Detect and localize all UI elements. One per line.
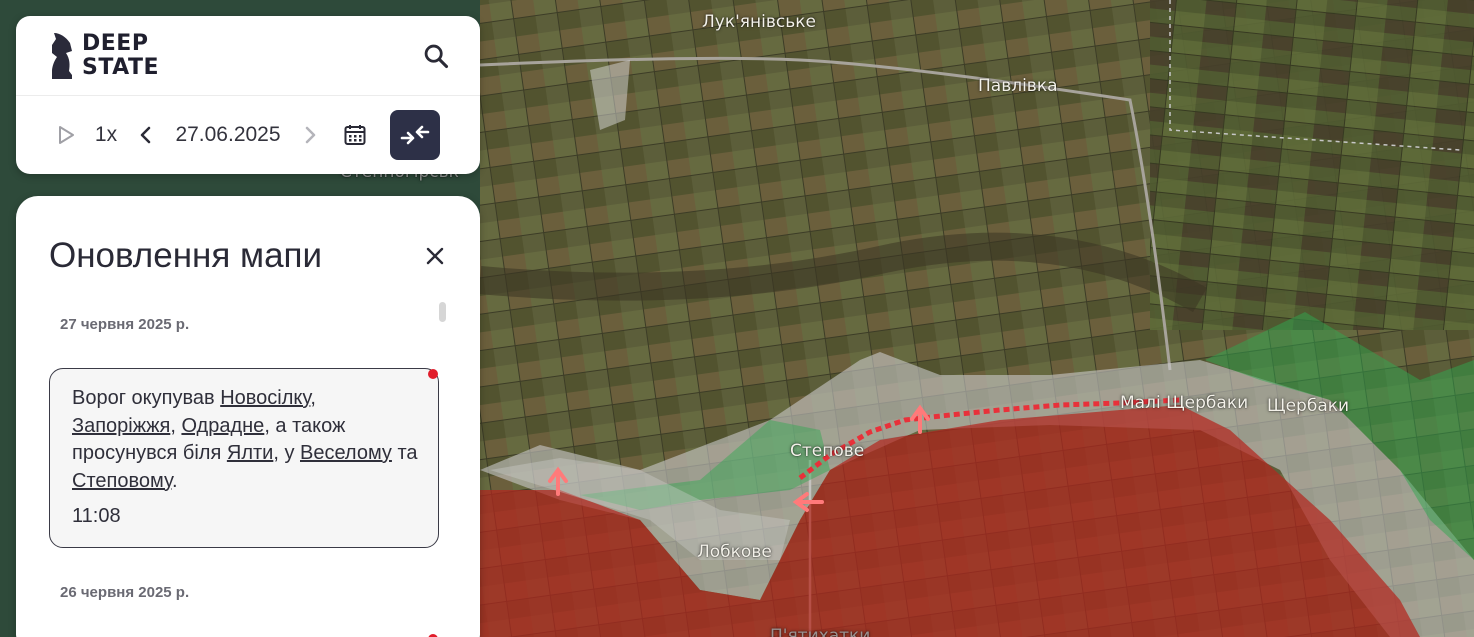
update-text: Ворог окупував Новосілку, Запоріжжя, Одр… <box>72 385 418 495</box>
new-indicator <box>428 369 438 379</box>
chevron-left-icon <box>140 126 151 144</box>
text-fragment: , <box>310 387 316 409</box>
place-label: П'ятихатки <box>770 626 871 637</box>
text-fragment: , у <box>273 442 300 464</box>
chevron-right-icon <box>305 126 316 144</box>
place-link[interactable]: Ялти <box>227 442 273 464</box>
place-label: Щербаки <box>1267 396 1350 416</box>
text-fragment: Ворог окупував <box>72 387 221 409</box>
calendar-button[interactable] <box>334 123 376 147</box>
text-fragment: та <box>391 442 418 464</box>
speed-button[interactable]: 1x <box>80 123 132 147</box>
panel-header: Оновлення мапи <box>16 196 480 284</box>
text-fragment: . <box>171 469 178 492</box>
current-date[interactable]: 27.06.2025 <box>160 123 296 147</box>
close-button[interactable] <box>420 241 450 271</box>
calendar-icon <box>344 125 366 145</box>
arrows-collapse-icon <box>400 125 430 145</box>
logo[interactable]: DEEP STATE <box>48 31 159 81</box>
place-link[interactable]: Веселому <box>300 442 392 464</box>
search-button[interactable] <box>416 36 456 76</box>
compare-button[interactable] <box>390 110 440 160</box>
knight-icon <box>52 32 72 79</box>
playback-controls: 1x 27.06.2025 <box>16 96 480 174</box>
updates-panel: Оновлення мапи 27 червня 2025 р. Ворог о… <box>16 196 480 637</box>
logo-line: STATE <box>82 54 159 80</box>
place-link[interactable]: Степовому <box>72 470 172 492</box>
place-link[interactable]: Новосілку <box>220 387 310 409</box>
next-day-button[interactable] <box>296 125 324 145</box>
brand-row: DEEP STATE <box>16 16 480 96</box>
place-label: Лук'янівське <box>702 12 816 32</box>
date-heading: 27 червня 2025 р. <box>60 316 190 333</box>
place-label: Степове <box>790 441 865 461</box>
scrollbar[interactable] <box>439 302 446 322</box>
place-label: Павлівка <box>978 76 1058 96</box>
search-icon <box>424 44 449 68</box>
update-entry[interactable]: Ворог окупував Новосілку, Запоріжжя, Одр… <box>49 368 439 548</box>
top-toolbar: DEEP STATE 1x 27.06.2025 <box>16 16 480 174</box>
place-label: Малі Щербаки <box>1120 393 1249 413</box>
place-link[interactable]: Одрадне <box>181 415 264 437</box>
previous-day-button[interactable] <box>132 125 160 145</box>
close-icon <box>426 247 444 265</box>
date-heading: 26 червня 2025 р. <box>60 584 190 601</box>
update-time: 11:08 <box>72 505 121 527</box>
text-fragment: , <box>170 414 182 437</box>
place-link[interactable]: Запоріжжя <box>72 415 170 437</box>
play-button[interactable] <box>52 125 80 145</box>
logo-line: DEEP <box>82 30 149 56</box>
place-label: Лобкове <box>697 542 772 562</box>
play-icon <box>59 126 74 144</box>
panel-title: Оновлення мапи <box>49 236 323 275</box>
